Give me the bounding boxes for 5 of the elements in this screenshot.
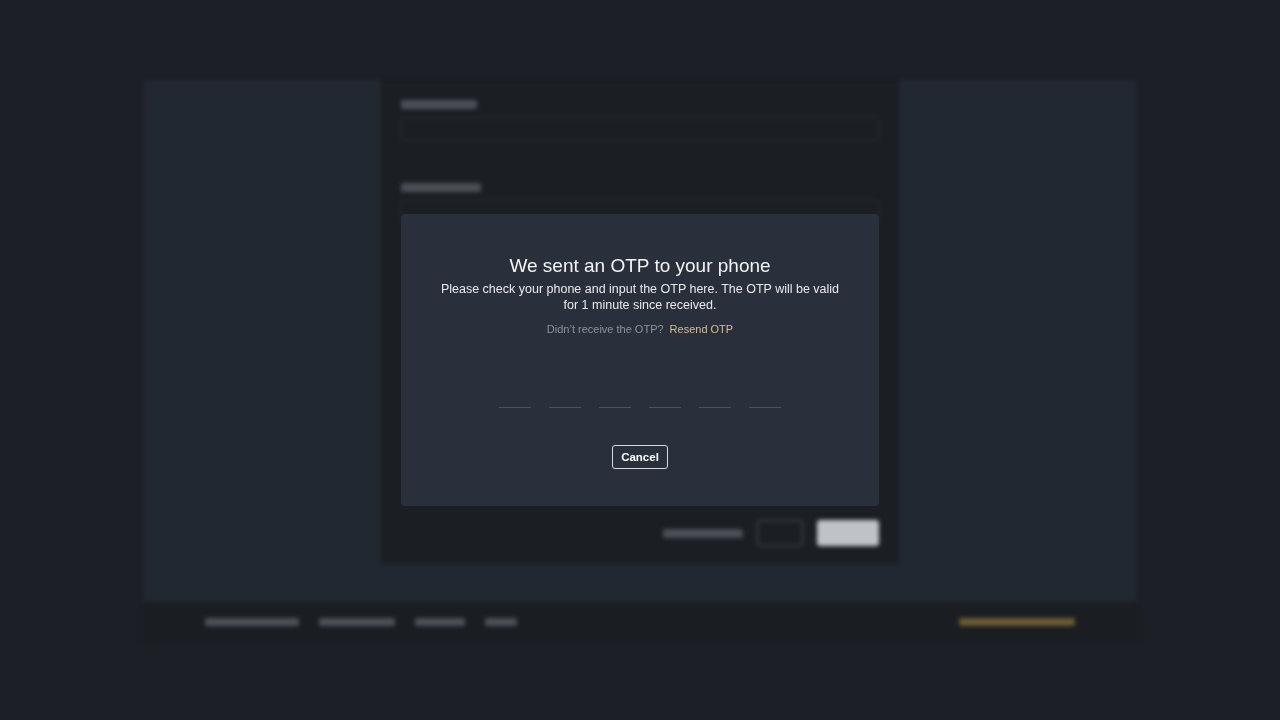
- cancel-button[interactable]: Cancel: [612, 445, 668, 469]
- dialog-title: We sent an OTP to your phone: [509, 254, 771, 278]
- resend-prompt: Didn’t receive the OTP?: [546, 323, 664, 335]
- resend-link[interactable]: Resend OTP: [669, 323, 734, 335]
- dialog-message: Please check your phone and input the OTP here. The OTP will be valid for 1 minute since received.: [440, 281, 840, 313]
